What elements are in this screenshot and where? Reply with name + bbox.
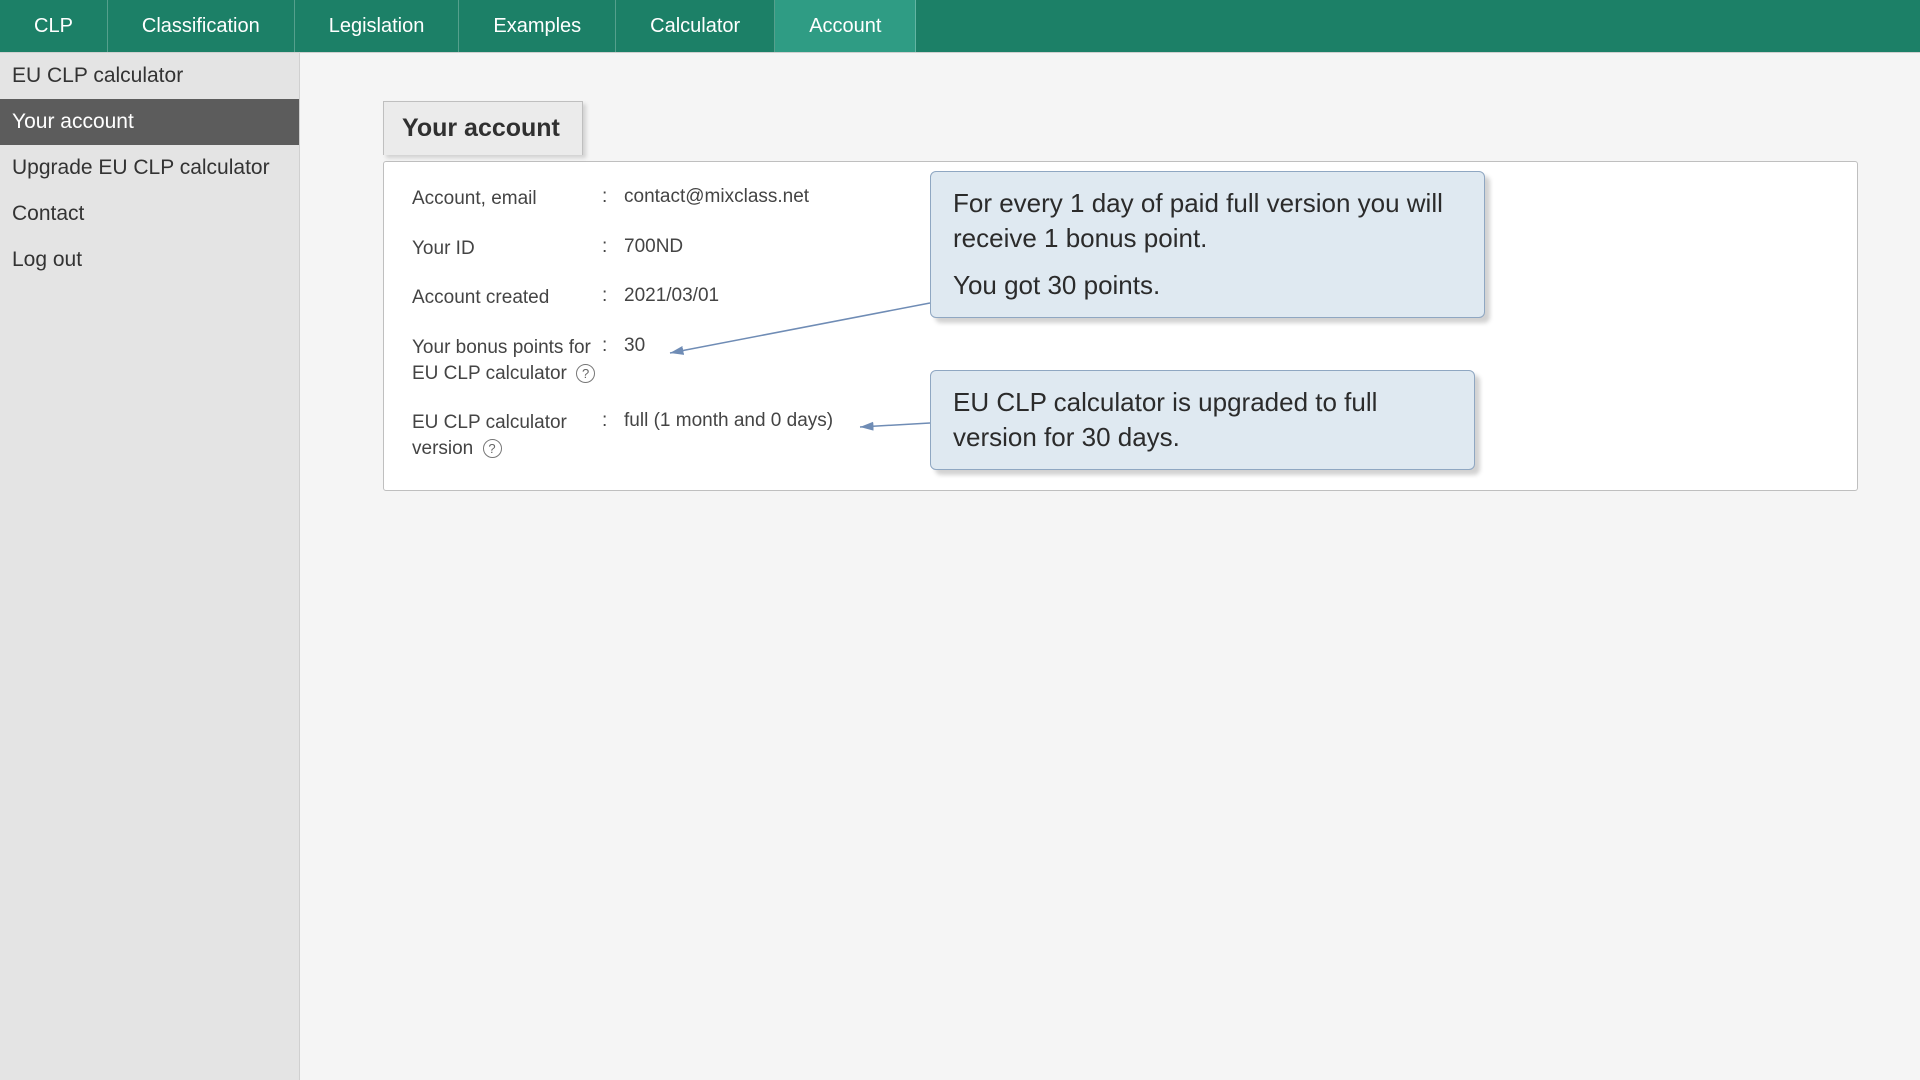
main-area: Your account Account, email : contact@mi… [300, 53, 1920, 1080]
sidebar: EU CLP calculator Your account Upgrade E… [0, 53, 300, 1080]
callout-bonus-line1: For every 1 day of paid full version you… [953, 186, 1462, 256]
colon: : [602, 236, 624, 258]
colon: : [602, 335, 624, 357]
value-id: 700ND [624, 236, 683, 258]
help-icon[interactable]: ? [576, 364, 595, 383]
callout-bonus: For every 1 day of paid full version you… [930, 171, 1485, 318]
value-version: full (1 month and 0 days) [624, 410, 833, 432]
sidebar-item-your-account[interactable]: Your account [0, 99, 299, 145]
sidebar-item-upgrade[interactable]: Upgrade EU CLP calculator [0, 145, 299, 191]
colon: : [602, 285, 624, 307]
colon: : [602, 186, 624, 208]
sidebar-item-logout[interactable]: Log out [0, 237, 299, 283]
label-bonus: Your bonus points for EU CLP calculator … [412, 335, 602, 386]
label-version: EU CLP calculator version ? [412, 410, 602, 461]
help-icon[interactable]: ? [483, 439, 502, 458]
value-email: contact@mixclass.net [624, 186, 809, 208]
value-bonus: 30 [624, 335, 645, 357]
callout-version: EU CLP calculator is upgraded to full ve… [930, 370, 1475, 470]
sidebar-item-calculator[interactable]: EU CLP calculator [0, 53, 299, 99]
value-created: 2021/03/01 [624, 285, 719, 307]
nav-tab-account[interactable]: Account [775, 0, 916, 52]
sidebar-item-contact[interactable]: Contact [0, 191, 299, 237]
label-id: Your ID [412, 236, 602, 262]
top-nav: CLP Classification Legislation Examples … [0, 0, 1920, 53]
nav-tab-clp[interactable]: CLP [0, 0, 108, 52]
label-created: Account created [412, 285, 602, 311]
nav-tab-classification[interactable]: Classification [108, 0, 295, 52]
callout-version-line1: EU CLP calculator is upgraded to full ve… [953, 385, 1452, 455]
nav-tab-legislation[interactable]: Legislation [295, 0, 460, 52]
panel-title: Your account [383, 101, 583, 155]
nav-tab-calculator[interactable]: Calculator [616, 0, 775, 52]
callout-bonus-line2: You got 30 points. [953, 268, 1462, 303]
label-email: Account, email [412, 186, 602, 212]
colon: : [602, 410, 624, 432]
nav-tab-examples[interactable]: Examples [459, 0, 616, 52]
